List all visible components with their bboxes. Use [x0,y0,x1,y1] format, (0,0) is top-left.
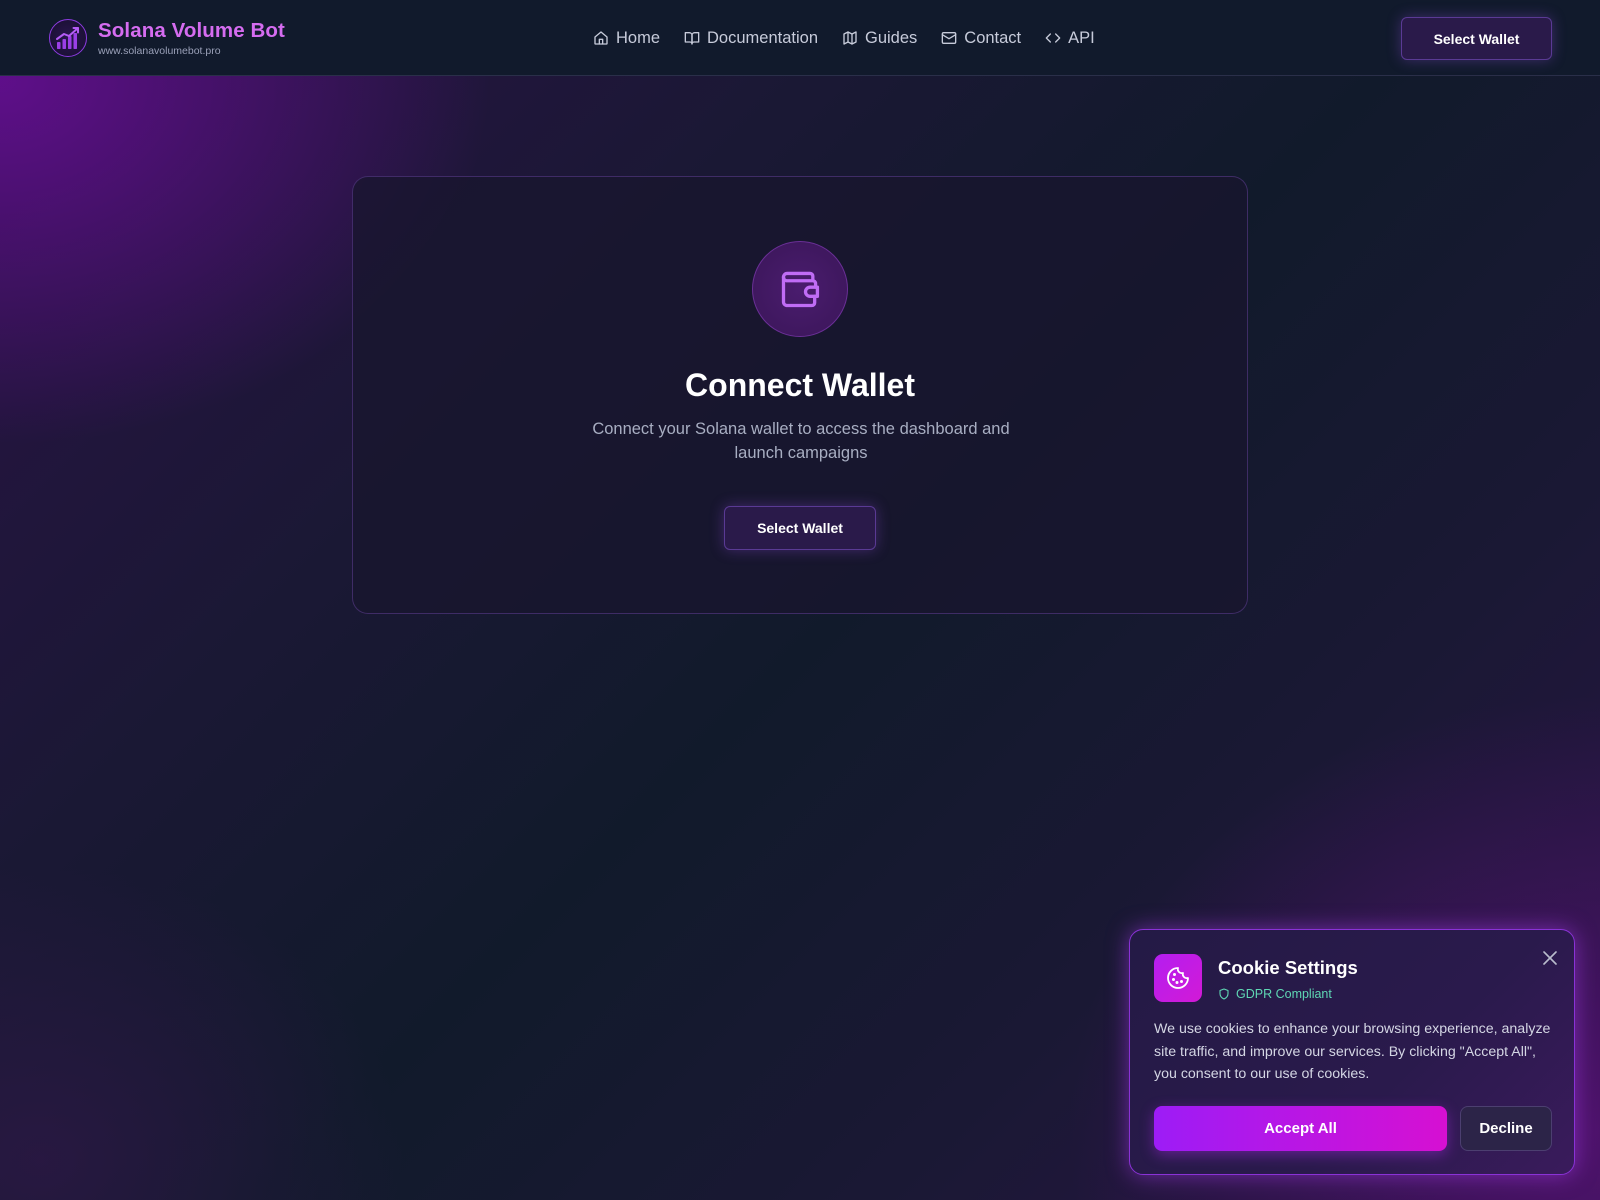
logo[interactable] [49,19,87,57]
nav-item-label: Documentation [707,28,818,47]
top-navbar: Solana Volume Bot www.solanavolumebot.pr… [0,0,1600,76]
chart-growth-icon [56,27,79,49]
gdpr-label: GDPR Compliant [1236,987,1332,1001]
brand-title[interactable]: Solana Volume Bot [98,19,285,43]
gdpr-badge: GDPR Compliant [1218,986,1332,1002]
mail-icon [941,32,957,44]
cookie-icon-badge [1154,954,1202,1002]
nav-item-api[interactable]: API [1045,29,1095,48]
connect-wallet-card: Connect Wallet Connect your Solana walle… [352,176,1248,614]
nav-item-home[interactable]: Home [593,29,660,48]
main-nav: Home Documentation Guides Contact API [593,26,1095,50]
wallet-icon-badge [752,241,848,337]
nav-item-label: API [1068,28,1095,47]
brand-url: www.solanavolumebot.pro [98,45,221,57]
card-title: Connect Wallet [685,367,915,403]
nav-item-label: Home [616,28,661,47]
nav-item-label: Guides [865,28,918,47]
map-icon [843,31,857,45]
nav-item-contact[interactable]: Contact [941,29,1021,48]
select-wallet-card-button[interactable]: Select Wallet [724,506,876,550]
cookie-title: Cookie Settings [1218,957,1358,978]
close-button[interactable] [1541,949,1559,967]
nav-item-guides[interactable]: Guides [842,29,917,48]
decline-button[interactable]: Decline [1460,1106,1552,1151]
close-icon [1543,951,1557,965]
home-icon [594,31,608,45]
select-wallet-button[interactable]: Select Wallet [1401,17,1552,60]
cookie-consent-panel: Cookie Settings GDPR Compliant We use co… [1129,929,1575,1175]
cookie-description: We use cookies to enhance your browsing … [1154,1021,1551,1082]
nav-item-label: Contact [964,28,1022,47]
shield-icon [1219,988,1229,1000]
cookie-icon [1167,967,1189,989]
accept-all-button[interactable]: Accept All [1154,1106,1447,1151]
card-description: Connect your Solana wallet to access the… [592,420,1010,462]
book-icon [684,31,700,45]
wallet-icon [781,271,820,308]
code-icon [1045,33,1061,43]
nav-item-documentation[interactable]: Documentation [684,29,818,48]
